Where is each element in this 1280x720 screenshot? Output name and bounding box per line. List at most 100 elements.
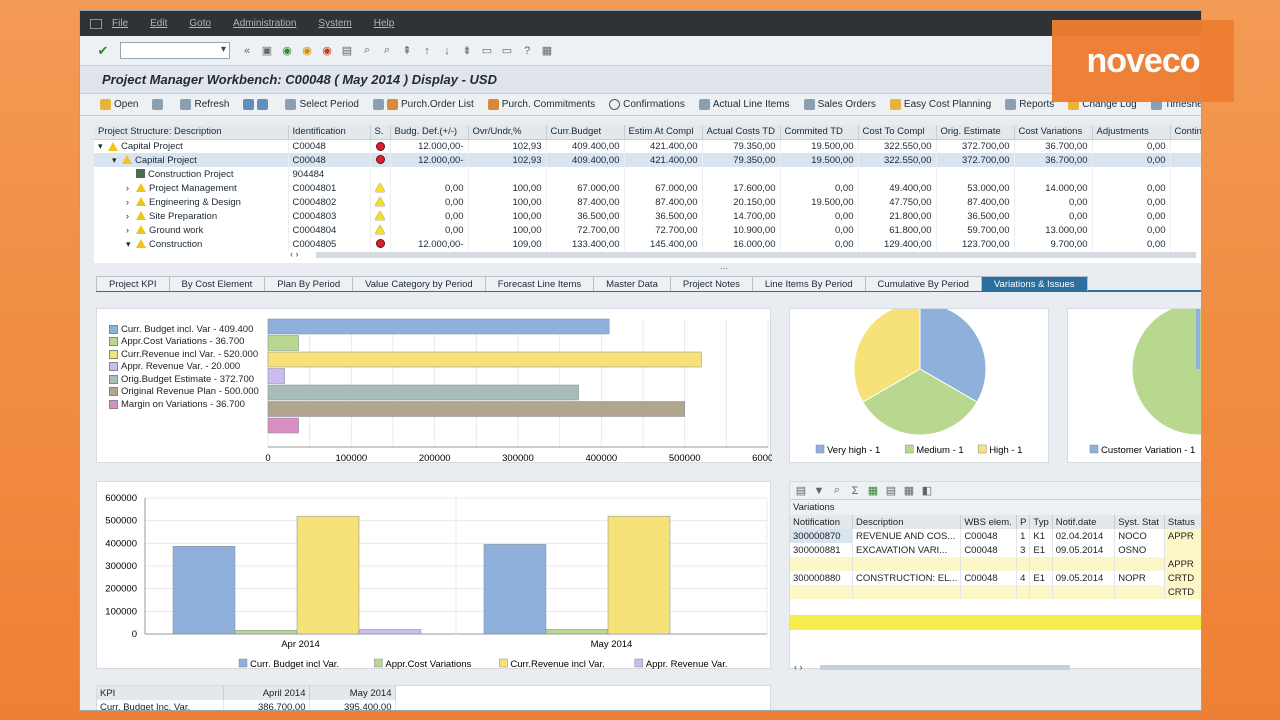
table-row[interactable]: › Project Management C0004801 0,00 100,00 67.… [94, 181, 1201, 195]
table-row[interactable]: 300000870 REVENUE AND COS... C00048 1 K1 02.0… [790, 529, 1201, 543]
column-header[interactable]: April 2014 [223, 686, 310, 700]
reports-button[interactable]: Reports [1005, 99, 1054, 110]
column-header[interactable]: Commited TD [780, 125, 859, 140]
layout-icon[interactable]: ▦ [540, 44, 554, 58]
purch-commitments-button[interactable]: Purch. Commitments [487, 99, 595, 110]
tab-value-category-by-period[interactable]: Value Category by Period [352, 276, 486, 291]
structure-node[interactable]: › Ground work [94, 223, 289, 237]
column-header[interactable]: Identification [288, 125, 371, 140]
column-header[interactable]: WBS elem. [960, 515, 1018, 529]
window-menu-icon[interactable] [90, 18, 102, 29]
exit-icon[interactable]: ◉ [300, 44, 314, 58]
tab-project-kpi[interactable]: Project KPI [96, 276, 170, 291]
tab-by-cost-element[interactable]: By Cost Element [168, 276, 266, 291]
menu-administration[interactable]: Administration [233, 18, 296, 29]
find-next-icon[interactable]: ⌕ [380, 44, 394, 58]
column-header[interactable]: Cost To Compl [858, 125, 937, 140]
detail-icon[interactable]: ▤ [794, 484, 808, 498]
refresh-button[interactable]: Refresh [180, 99, 229, 110]
cancel-icon[interactable]: ◉ [320, 44, 334, 58]
menu-edit[interactable]: Edit [150, 18, 167, 29]
column-header[interactable]: S. [370, 125, 391, 140]
table-row[interactable]: › Ground work C0004804 0,00 100,00 72.700,00 7… [94, 223, 1201, 237]
enter-icon[interactable]: ✔ [96, 43, 110, 58]
tab-variations-issues[interactable]: Variations & Issues [980, 276, 1088, 291]
sum-icon[interactable]: Σ [848, 484, 862, 498]
select-period-button[interactable]: Select Period [285, 99, 359, 110]
save-icon[interactable]: ▣ [260, 44, 274, 58]
expand-toggle-icon[interactable]: ▾ [98, 141, 108, 152]
column-header[interactable]: Notif.date [1052, 515, 1116, 529]
column-header[interactable]: Conting [1170, 125, 1201, 140]
next-page-icon[interactable]: ↓ [440, 44, 454, 58]
variations-horizontal-scrollbar[interactable] [820, 665, 1070, 670]
menu-help[interactable]: Help [374, 18, 395, 29]
tools-button[interactable] [152, 99, 166, 110]
structure-node[interactable]: › Project Management [94, 181, 289, 195]
column-header[interactable]: P [1016, 515, 1031, 529]
new-session-icon[interactable]: ▭ [480, 44, 494, 58]
table-row[interactable]: APPR [790, 557, 1201, 571]
column-header[interactable]: Status [1164, 515, 1201, 529]
column-header[interactable]: Curr.Budget [546, 125, 625, 140]
expand-collapse-button[interactable] [243, 99, 271, 110]
expand-toggle-icon[interactable]: › [126, 197, 136, 207]
table-row[interactable]: › Engineering & Design C0004802 0,00 100,00 8… [94, 195, 1201, 209]
structure-node[interactable]: › Site Preparation [94, 209, 289, 223]
sales-orders-button[interactable]: Sales Orders [803, 99, 876, 110]
table-row[interactable]: ▾ Capital Project C00048 12.000,00- 102,93 40… [94, 139, 1201, 153]
find-icon[interactable]: ⌕ [830, 484, 844, 498]
table-row[interactable]: ▾ Construction C0004805 12.000,00- 109,00 133… [94, 237, 1201, 251]
table-row[interactable]: › Site Preparation C0004803 0,00 100,00 36.50… [94, 209, 1201, 223]
find-icon[interactable]: ⌕ [360, 44, 374, 58]
last-page-icon[interactable]: ⇟ [460, 44, 474, 58]
prev-page-icon[interactable]: ↑ [420, 44, 434, 58]
column-header[interactable]: Project Structure: Description [94, 125, 289, 140]
column-header[interactable]: Typ [1029, 515, 1053, 529]
menu-file[interactable]: File [112, 18, 128, 29]
purch-order-list-button[interactable]: Purch.Order List [372, 99, 474, 110]
column-header[interactable]: Budg. Def.(+/-) [390, 125, 469, 140]
column-header[interactable]: Description [852, 515, 962, 529]
export-icon[interactable]: ▦ [866, 484, 880, 498]
expand-toggle-icon[interactable]: › [126, 211, 136, 221]
table-row[interactable]: CRTD [790, 585, 1201, 599]
actual-line-items-button[interactable]: Actual Line Items [698, 99, 790, 110]
structure-node[interactable]: Construction Project [94, 167, 289, 181]
structure-node[interactable]: ▾ Capital Project [94, 139, 289, 153]
shortcut-icon[interactable]: ▭ [500, 44, 514, 58]
command-field[interactable] [120, 42, 230, 59]
table-row[interactable]: 300000881 EXCAVATION VARI... C00048 3 E1 09.0… [790, 543, 1201, 557]
expand-toggle-icon[interactable]: ▾ [112, 155, 122, 166]
tab-project-notes[interactable]: Project Notes [669, 276, 753, 291]
structure-node[interactable]: › Engineering & Design [94, 195, 289, 209]
print-icon[interactable]: ▤ [884, 484, 898, 498]
column-header[interactable]: KPI [97, 686, 224, 700]
tab-plan-by-period[interactable]: Plan By Period [264, 276, 354, 291]
column-header[interactable]: Orig. Estimate [936, 125, 1015, 140]
splitter-handle[interactable]: ⋯ [720, 264, 728, 273]
layout-icon[interactable]: ▦ [902, 484, 916, 498]
column-header[interactable]: Syst. Stat [1114, 515, 1165, 529]
expand-toggle-icon[interactable]: › [126, 183, 136, 193]
structure-node[interactable]: ▾ Capital Project [94, 153, 289, 167]
table-row[interactable]: 300000880 CONSTRUCTION: EL... C00048 4 E1 09.… [790, 571, 1201, 585]
column-header[interactable]: Notification [790, 515, 853, 529]
grid-horizontal-scrollbar[interactable] [316, 252, 1196, 258]
expand-toggle-icon[interactable]: ▾ [126, 239, 136, 250]
menu-system[interactable]: System [318, 18, 351, 29]
open-button[interactable]: Open [100, 99, 138, 110]
confirmations-button[interactable]: Confirmations [609, 99, 685, 110]
column-header[interactable]: Cost Variations [1014, 125, 1093, 140]
expand-toggle-icon[interactable]: › [126, 225, 136, 235]
grid-scroll-arrows[interactable]: ‹ › [290, 249, 299, 259]
column-header[interactable]: Adjustments [1092, 125, 1171, 140]
column-header[interactable]: May 2014 [309, 686, 396, 700]
help-icon[interactable]: ? [520, 44, 534, 58]
back-double-icon[interactable]: « [240, 44, 254, 58]
tab-forecast-line-items[interactable]: Forecast Line Items [484, 276, 595, 291]
filter-icon[interactable]: ▼ [812, 484, 826, 498]
column-header[interactable]: Ovr/Undr,% [468, 125, 547, 140]
first-page-icon[interactable]: ⇞ [400, 44, 414, 58]
easy-cost-planning-button[interactable]: Easy Cost Planning [889, 99, 991, 110]
